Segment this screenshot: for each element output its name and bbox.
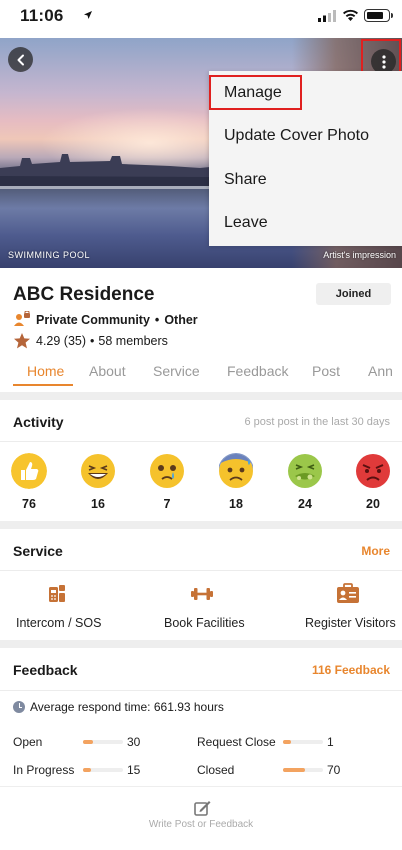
joined-button[interactable]: Joined <box>316 283 391 305</box>
highlight-box-manage <box>209 75 302 110</box>
service-book-facilities[interactable] <box>190 583 214 605</box>
write-post-button[interactable]: Write Post or Feedback <box>0 819 402 830</box>
bottom-bar: Write Post or Feedback <box>0 786 402 850</box>
dumbbell-icon <box>191 588 213 600</box>
activity-title: Activity <box>13 414 64 430</box>
rating-value: 4.29 (35) <box>36 334 87 348</box>
menu-item-share[interactable]: Share <box>209 158 402 202</box>
stat-value-request-close: 1 <box>327 735 334 749</box>
service-intercom[interactable] <box>45 583 69 605</box>
intercom-icon <box>49 585 65 602</box>
stat-label-request-close: Request Close <box>197 735 276 749</box>
tab-announcement[interactable]: Ann <box>368 363 393 391</box>
service-label-register-visitors: Register Visitors <box>305 616 396 630</box>
nauseated-face-icon <box>288 454 322 488</box>
service-register-visitors[interactable] <box>336 583 360 605</box>
menu-item-update-cover-photo[interactable]: Update Cover Photo <box>209 115 402 159</box>
service-title: Service <box>13 543 63 559</box>
stat-label-in-progress: In Progress <box>13 763 75 777</box>
private-community-icon <box>14 311 30 326</box>
tab-service[interactable]: Service <box>153 363 200 391</box>
cover-disclaimer: Artist's impression <box>323 250 396 260</box>
location-arrow-icon <box>84 11 92 19</box>
reaction-cry[interactable] <box>149 453 185 489</box>
tab-post[interactable]: Post <box>312 363 340 391</box>
service-label-intercom: Intercom / SOS <box>16 616 102 630</box>
stat-bar-request-close <box>283 740 323 744</box>
separator-dot: • <box>154 313 160 327</box>
laughing-face-icon <box>81 454 115 488</box>
rating-row: 4.29 (35) • 58 members <box>13 332 168 350</box>
reaction-count-anxious: 18 <box>229 497 243 511</box>
cover-caption: SWIMMING POOL <box>8 250 91 260</box>
status-bar: 11:06 <box>0 0 402 38</box>
reaction-thumbs-up[interactable] <box>11 453 47 489</box>
stat-label-closed: Closed <box>197 763 235 777</box>
tab-bar: Home About Service Feedback Post Ann <box>0 363 402 391</box>
section-divider <box>0 392 402 400</box>
tab-home[interactable]: Home <box>27 363 64 391</box>
stat-label-open: Open <box>13 735 43 749</box>
stat-value-in-progress: 15 <box>127 763 141 777</box>
thumbs-up-icon <box>11 453 47 489</box>
reaction-count-cry: 7 <box>163 497 171 511</box>
section-divider <box>0 640 402 648</box>
write-post-icon[interactable] <box>193 799 211 817</box>
reaction-laugh[interactable] <box>80 453 116 489</box>
menu-item-leave[interactable]: Leave <box>209 202 402 246</box>
average-respond-text: Average respond time: 661.93 hours <box>30 700 224 714</box>
tab-about[interactable]: About <box>89 363 126 391</box>
reaction-count-nauseated: 24 <box>298 497 312 511</box>
reaction-count-laugh: 16 <box>91 497 105 511</box>
divider <box>0 441 402 442</box>
stat-bar-in-progress <box>83 768 123 772</box>
stat-value-closed: 70 <box>327 763 341 777</box>
divider <box>0 690 402 691</box>
stat-value-open: 30 <box>127 735 141 749</box>
service-label-book-facilities: Book Facilities <box>164 616 245 630</box>
signal-icon <box>318 10 336 22</box>
divider <box>0 570 402 571</box>
community-type: Private Community <box>36 313 150 327</box>
community-name: ABC Residence <box>13 284 155 305</box>
clock-icon <box>13 701 25 713</box>
wifi-icon <box>343 9 358 21</box>
stat-bar-closed <box>283 768 323 772</box>
reaction-nauseated[interactable] <box>287 453 323 489</box>
reaction-angry[interactable] <box>355 453 391 489</box>
average-respond-time: Average respond time: 661.93 hours <box>13 700 224 714</box>
community-category: Other <box>164 313 198 327</box>
battery-icon <box>364 9 393 22</box>
separator-dot: • <box>90 334 95 348</box>
back-button[interactable] <box>8 47 33 72</box>
reaction-count-thumbs-up: 76 <box>22 497 36 511</box>
anxious-sweat-face-icon <box>219 453 253 488</box>
member-count: 58 members <box>98 334 168 348</box>
feedback-count-link[interactable]: 116 Feedback <box>312 663 390 677</box>
tab-feedback[interactable]: Feedback <box>227 363 288 391</box>
visitor-card-icon <box>337 583 359 603</box>
stat-bar-open <box>83 740 123 744</box>
feedback-title: Feedback <box>13 662 78 678</box>
reaction-count-angry: 20 <box>366 497 380 511</box>
active-tab-indicator <box>13 384 73 386</box>
chevron-left-icon <box>17 54 24 65</box>
crying-face-icon <box>150 454 184 488</box>
community-type-row: Private Community • Other <box>13 311 198 329</box>
angry-face-icon <box>356 454 390 488</box>
section-divider <box>0 521 402 529</box>
status-time: 11:06 <box>20 6 64 25</box>
star-icon <box>14 333 30 349</box>
service-more-link[interactable]: More <box>361 544 390 558</box>
activity-summary: 6 post post in the last 30 days <box>244 416 390 428</box>
reaction-anxious[interactable] <box>218 453 254 489</box>
